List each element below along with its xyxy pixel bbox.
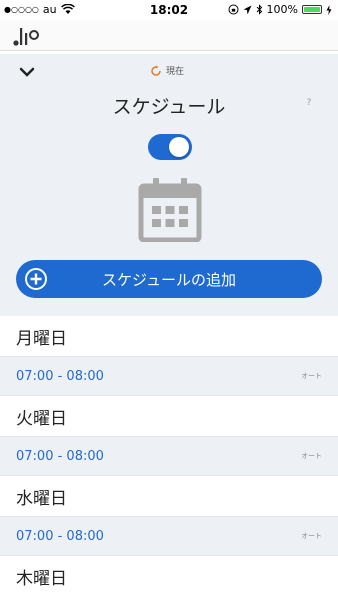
battery-icon [302,5,322,14]
toggle-knob [169,137,189,157]
status-bar: ●○○○○ au 18:02 100% [0,0,338,20]
day-heading-wednesday: 水曜日 [0,476,338,516]
schedule-header-panel: 現在 スケジュール ? スケジュールの追加 [0,54,338,316]
refresh-icon [151,65,161,76]
charging-icon [326,4,332,15]
app-logo-icon [13,28,39,46]
day-heading-tuesday: 火曜日 [0,396,338,436]
time-slot-row[interactable]: 07:00 - 08:00 オート [0,516,338,556]
time-slot-range: 07:00 - 08:00 [16,528,104,544]
schedule-toggle[interactable] [148,134,192,160]
calendar-icon [138,178,202,242]
chevron-down-icon[interactable] [17,64,37,80]
time-slot-range: 07:00 - 08:00 [16,368,104,384]
time-slot-mode: オート [301,452,322,460]
schedule-list: 月曜日 07:00 - 08:00 オート 火曜日 07:00 - 08:00 … [0,316,338,596]
battery-percent: 100% [266,3,298,16]
add-schedule-label: スケジュールの追加 [102,270,236,289]
time-slot-range: 07:00 - 08:00 [16,448,104,464]
bluetooth-icon [256,4,262,15]
time-slot-row[interactable]: 07:00 - 08:00 オート [0,356,338,396]
orientation-lock-icon [228,4,239,15]
add-schedule-button[interactable]: スケジュールの追加 [16,260,322,298]
now-indicator[interactable]: 現在 [150,64,184,77]
app-bar [0,20,338,51]
page-title: スケジュール [112,96,226,118]
time-slot-mode: オート [301,532,322,540]
time-slot-row[interactable]: 07:00 - 08:00 オート [0,436,338,476]
help-icon[interactable]: ? [302,96,316,110]
location-icon [243,5,252,14]
plus-circle-icon [25,268,47,290]
day-heading-monday: 月曜日 [0,316,338,356]
now-label: 現在 [166,67,185,77]
day-heading-thursday: 木曜日 [0,556,338,596]
status-right: 100% [228,3,332,16]
time-slot-mode: オート [301,372,322,380]
